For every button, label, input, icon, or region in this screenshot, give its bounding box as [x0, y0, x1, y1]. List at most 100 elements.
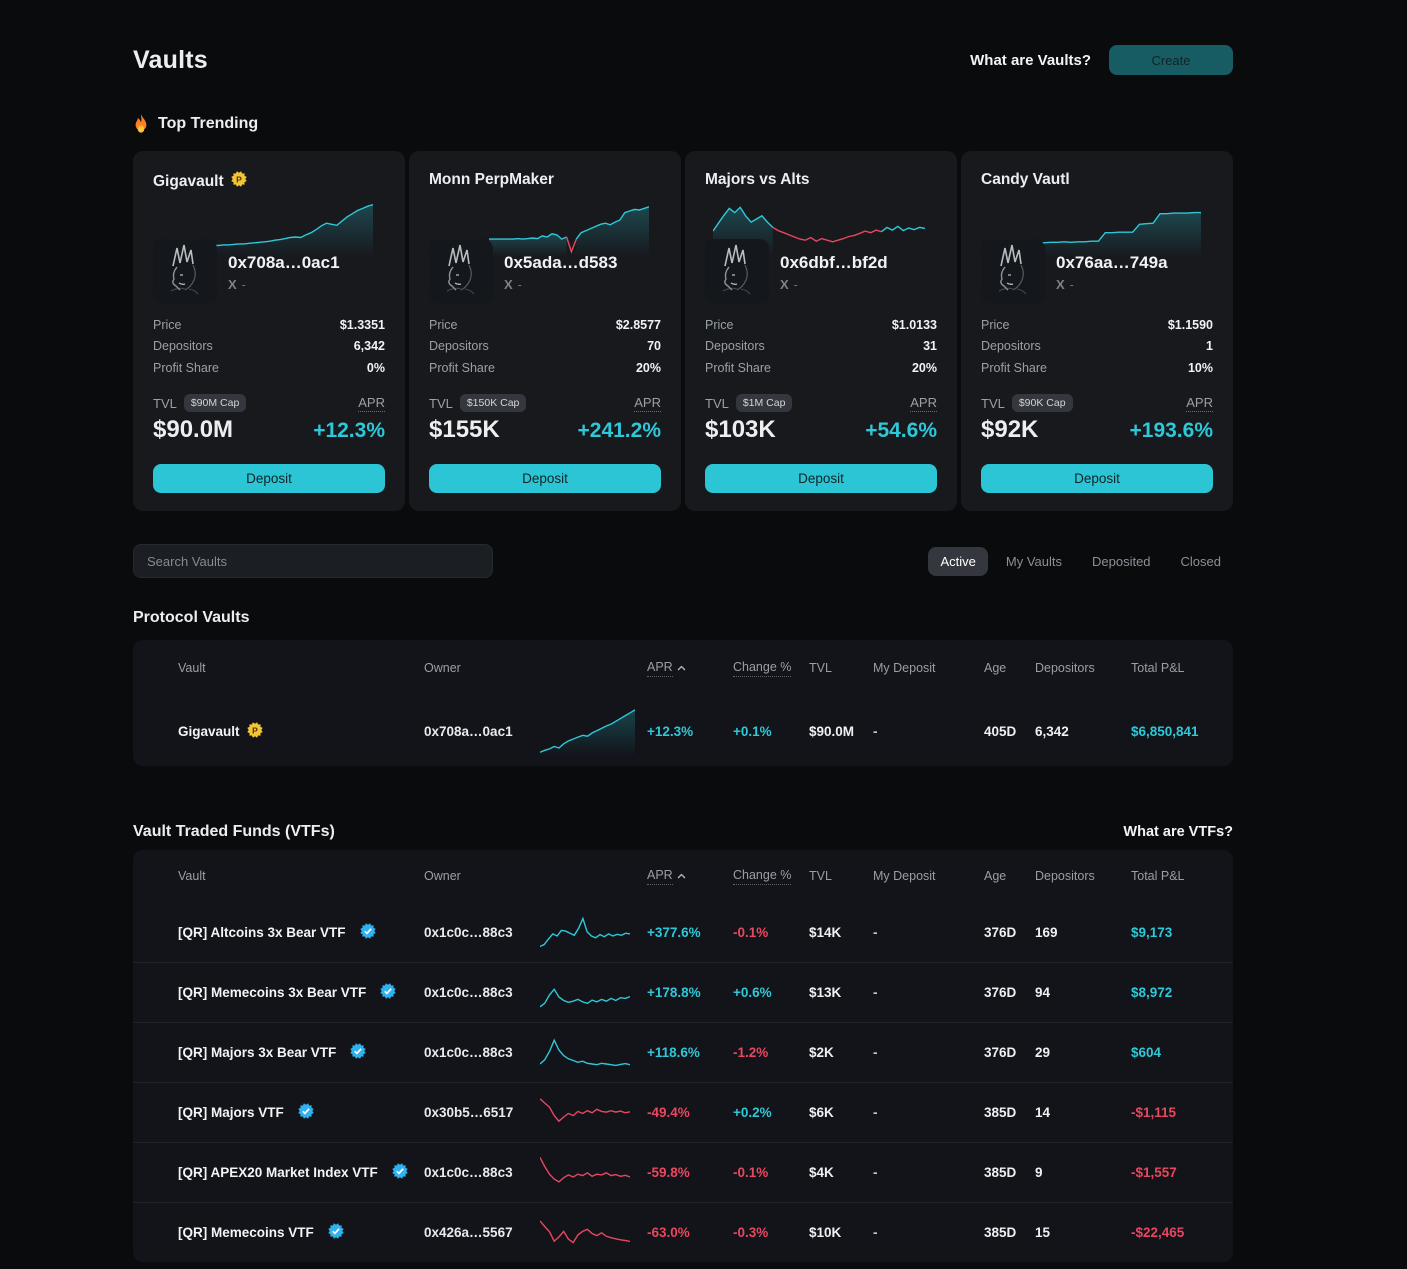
vault-name: [QR] Majors 3x Bear VTF: [178, 1045, 337, 1060]
table-row[interactable]: [QR] Majors VTF 0x30b5…6517 -49.4% +0.2%…: [133, 1082, 1233, 1142]
tab-closed[interactable]: Closed: [1169, 547, 1233, 576]
deposit-button[interactable]: Deposit: [981, 464, 1213, 493]
vault-avatar: [429, 239, 493, 303]
owner-address[interactable]: 0x1c0c…88c3: [424, 985, 540, 1000]
apr-value: +178.8%: [647, 985, 701, 1000]
change-value: -0.1%: [733, 1165, 769, 1180]
profit-share-value: 10%: [1187, 360, 1213, 375]
age-value: 385D: [984, 1105, 1017, 1120]
apr-value: -63.0%: [647, 1225, 690, 1240]
owner-address[interactable]: 0x1c0c…88c3: [424, 925, 540, 940]
apr-value: +241.2%: [577, 419, 662, 442]
tvl-label: TVL: [429, 395, 453, 411]
x-twitter-icon[interactable]: X: [780, 277, 789, 292]
fire-icon: [133, 114, 149, 133]
total-pnl-value: $9,173: [1131, 924, 1173, 940]
apr-value: +12.3%: [313, 419, 385, 442]
table-row[interactable]: [QR] Memecoins VTF 0x426a…5567 -63.0% -0…: [133, 1202, 1233, 1262]
vault-card[interactable]: Monn PerpMaker 0x5ada…d583 X - Price $2.8…: [409, 151, 681, 511]
tvl-value: $155K: [429, 416, 500, 443]
performance-sparkline: [540, 912, 647, 952]
vault-card[interactable]: Majors vs Alts 0x6dbf…bf2d X - Price $1.0…: [685, 151, 957, 511]
page-title: Vaults: [133, 45, 208, 74]
profit-share-label: Profit Share: [429, 360, 496, 375]
depositors-value: 6,342: [1035, 723, 1069, 739]
verified-badge-icon: [359, 922, 376, 939]
col-apr-sort[interactable]: APR: [647, 868, 733, 885]
col-change[interactable]: Change %: [733, 660, 809, 677]
change-value: +0.2%: [733, 1105, 772, 1120]
table-header-row: Vault Owner APR Change % TVL My Deposit …: [133, 850, 1233, 902]
x-handle: -: [1069, 277, 1074, 292]
vault-performance-sparkline: [213, 199, 373, 257]
owner-address[interactable]: 0x1c0c…88c3: [424, 1045, 540, 1060]
col-tvl: TVL: [809, 869, 832, 883]
my-deposit-value: -: [873, 985, 878, 1000]
vault-avatar: [153, 239, 217, 303]
age-value: 385D: [984, 1165, 1017, 1180]
vault-performance-sparkline: [489, 199, 649, 257]
my-deposit-value: -: [873, 723, 878, 739]
col-tvl: TVL: [809, 661, 832, 675]
vault-owner-address[interactable]: 0x5ada…d583: [504, 253, 617, 273]
age-value: 405D: [984, 723, 1017, 739]
vault-card[interactable]: Gigavault P 0x708a…0ac1 X - Price $1.3351…: [133, 151, 405, 511]
trending-heading: Top Trending: [158, 114, 259, 132]
apr-label[interactable]: APR: [910, 395, 937, 412]
vault-name: Gigavault: [153, 172, 224, 190]
vault-owner-address[interactable]: 0x708a…0ac1: [228, 253, 340, 273]
owner-address[interactable]: 0x426a…5567: [424, 1225, 540, 1240]
change-value: -0.1%: [733, 924, 769, 940]
trending-cards: Gigavault P 0x708a…0ac1 X - Price $1.3351…: [133, 151, 1233, 511]
table-row[interactable]: [QR] APEX20 Market Index VTF 0x1c0c…88c3…: [133, 1142, 1233, 1202]
performance-sparkline: [540, 1033, 647, 1073]
table-row[interactable]: Gigavault P 0x708a…0ac1 +12.3% +0.1% $90.…: [133, 696, 1233, 766]
performance-sparkline: [540, 1153, 647, 1193]
table-row[interactable]: [QR] Altcoins 3x Bear VTF 0x1c0c…88c3 +3…: [133, 902, 1233, 962]
create-vault-button[interactable]: Create: [1109, 45, 1233, 75]
tab-my-vaults[interactable]: My Vaults: [994, 547, 1074, 576]
what-are-vaults-link[interactable]: What are Vaults?: [970, 52, 1091, 69]
tab-deposited[interactable]: Deposited: [1080, 547, 1163, 576]
what-are-vtfs-link[interactable]: What are VTFs?: [1123, 824, 1233, 840]
table-row[interactable]: [QR] Majors 3x Bear VTF 0x1c0c…88c3 +118…: [133, 1022, 1233, 1082]
depositors-label: Depositors: [705, 339, 765, 354]
profit-share-value: 0%: [366, 360, 385, 375]
tvl-value: $13K: [809, 985, 842, 1000]
col-change[interactable]: Change %: [733, 868, 809, 885]
age-value: 385D: [984, 1225, 1017, 1240]
age-value: 376D: [984, 1045, 1017, 1060]
apr-label[interactable]: APR: [634, 395, 661, 412]
depositors-value: 1: [1206, 339, 1213, 354]
apr-value: +12.3%: [647, 723, 694, 739]
filter-tabs: Active My Vaults Deposited Closed: [928, 546, 1233, 576]
vault-card[interactable]: Candy Vautl 0x76aa…749a X - Price $1.1590…: [961, 151, 1233, 511]
total-pnl-value: -$1,557: [1131, 1165, 1177, 1180]
deposit-button[interactable]: Deposit: [429, 464, 661, 493]
tvl-cap-badge: $90K Cap: [1011, 394, 1073, 412]
profit-share-label: Profit Share: [981, 360, 1048, 375]
deposit-button[interactable]: Deposit: [705, 464, 937, 493]
tab-active[interactable]: Active: [928, 546, 988, 576]
deposit-button[interactable]: Deposit: [153, 464, 385, 493]
vault-name: [QR] Memecoins 3x Bear VTF: [178, 985, 367, 1000]
total-pnl-value: $6,850,841: [1131, 723, 1199, 739]
apr-label[interactable]: APR: [1186, 395, 1213, 412]
apr-label[interactable]: APR: [358, 395, 385, 412]
owner-address[interactable]: 0x708a…0ac1: [424, 724, 540, 739]
vault-owner-address[interactable]: 0x6dbf…bf2d: [780, 253, 888, 273]
vault-owner-address[interactable]: 0x76aa…749a: [1056, 253, 1168, 273]
x-twitter-icon[interactable]: X: [228, 277, 237, 292]
owner-address[interactable]: 0x1c0c…88c3: [424, 1165, 540, 1180]
x-twitter-icon[interactable]: X: [504, 277, 513, 292]
table-row[interactable]: [QR] Memecoins 3x Bear VTF 0x1c0c…88c3 +…: [133, 962, 1233, 1022]
vault-name: Majors vs Alts: [705, 171, 810, 188]
total-pnl-value: -$22,465: [1131, 1225, 1185, 1240]
col-apr-sort[interactable]: APR: [647, 660, 733, 677]
vault-avatar: [705, 239, 769, 303]
owner-address[interactable]: 0x30b5…6517: [424, 1105, 540, 1120]
search-input[interactable]: [133, 544, 493, 578]
x-twitter-icon[interactable]: X: [1056, 277, 1065, 292]
depositors-value: 169: [1035, 924, 1058, 940]
tvl-value: $10K: [809, 1225, 842, 1240]
